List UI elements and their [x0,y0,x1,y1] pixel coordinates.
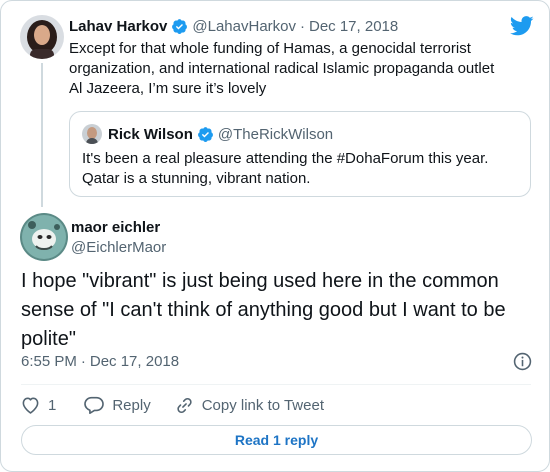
twitter-bird-icon[interactable] [510,16,534,36]
tweet-timestamp[interactable]: 6:55 PM · Dec 17, 2018 [21,353,179,370]
verified-badge-icon [197,126,214,143]
like-count: 1 [48,396,57,414]
main-author-handle[interactable]: @EichlerMaor [71,239,166,256]
like-button[interactable]: 1 [21,396,56,414]
verified-badge-icon [171,18,188,35]
tweet-time[interactable]: 6:55 PM [21,353,77,370]
quoted-tweet-header: Rick Wilson @TheRickWilson [108,123,333,145]
reply-icon [84,396,105,414]
parent-tweet-date[interactable]: Dec 17, 2018 [309,18,398,35]
parent-tweet-header: Lahav Harkov @LahavHarkov · Dec 17, 2018 [69,15,398,37]
actions-divider [21,384,531,385]
copy-link-label: Copy link to Tweet [201,396,324,414]
parent-author-name[interactable]: Lahav Harkov [69,18,167,35]
quoted-author-handle: @TheRickWilson [217,125,334,143]
info-icon[interactable] [513,352,532,371]
main-author-name[interactable]: maor eichler [71,219,160,236]
quoted-tweet-text: It's been a real pleasure attending the … [82,150,489,187]
main-tweet-text: I hope "vibrant" is just being used here… [21,270,506,350]
quoted-tweet[interactable]: Rick Wilson @TheRickWilson It's been a r… [69,111,531,197]
parent-tweet-text: Except for that whole funding of Hamas, … [69,40,495,97]
quoted-author-name: Rick Wilson [108,125,193,143]
thread-connector-line [41,63,43,207]
reply-button[interactable]: Reply [84,396,151,414]
lahav-harkov-avatar[interactable] [20,15,64,59]
embedded-tweet-card: Lahav Harkov @LahavHarkov · Dec 17, 2018… [0,0,550,472]
tweet-actions-bar: 1 Reply Copy link to Tweet [21,392,324,418]
maor-eichler-avatar[interactable] [20,213,68,261]
dot-separator: · [300,17,305,35]
dot-separator: · [80,353,86,370]
parent-author-handle[interactable]: @LahavHarkov [192,18,296,35]
copy-link-button[interactable]: Copy link to Tweet [175,396,324,415]
link-icon [177,397,192,413]
rick-wilson-avatar [82,124,102,144]
read-replies-button[interactable]: Read 1 reply [21,425,532,455]
heart-icon [22,397,39,414]
tweet-date[interactable]: Dec 17, 2018 [90,353,179,370]
reply-label: Reply [112,396,151,414]
